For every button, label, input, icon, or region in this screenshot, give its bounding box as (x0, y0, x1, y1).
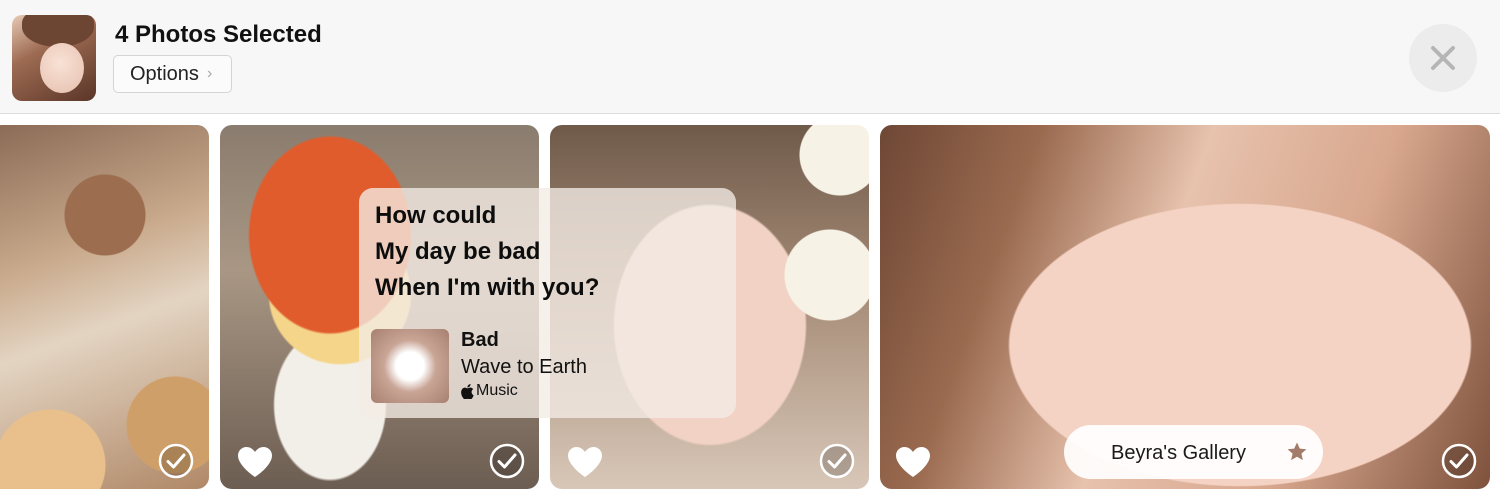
page-title: 4 Photos Selected (115, 21, 322, 48)
photo-tile-1[interactable] (0, 125, 209, 489)
lyric-line-3: When I'm with you? (375, 274, 600, 301)
heart-icon[interactable] (236, 445, 274, 479)
checkmark-icon[interactable] (819, 443, 855, 479)
close-button[interactable] (1409, 24, 1477, 92)
heart-icon[interactable] (566, 445, 604, 479)
avatar-face (40, 43, 84, 93)
song-artist: Wave to Earth (461, 356, 587, 378)
heart-icon[interactable] (894, 445, 932, 479)
checkmark-icon[interactable] (158, 443, 194, 479)
music-service: Music (461, 382, 518, 400)
song-title: Bad (461, 329, 499, 351)
close-icon (1431, 46, 1455, 70)
star-icon[interactable] (1286, 441, 1308, 463)
chevron-right-icon: › (206, 65, 213, 82)
lyric-line-2: My day be bad (375, 238, 541, 265)
options-label: Options (130, 62, 199, 85)
gallery-chip[interactable]: Beyra's Gallery (1064, 425, 1323, 479)
lyric-line-1: How could (375, 202, 497, 229)
selection-header: 4 Photos Selected Options › (0, 0, 1500, 114)
options-button[interactable]: Options › (113, 55, 232, 93)
checkmark-icon[interactable] (489, 443, 525, 479)
music-service-label: Music (476, 382, 518, 399)
avatar-hair (22, 15, 94, 47)
apple-icon (461, 383, 474, 399)
album-art (371, 329, 449, 403)
gallery-label: Beyra's Gallery (1111, 442, 1246, 464)
lyrics-card[interactable]: How could My day be bad When I'm with yo… (359, 188, 736, 418)
checkmark-icon[interactable] (1441, 443, 1477, 479)
avatar[interactable] (12, 15, 96, 101)
